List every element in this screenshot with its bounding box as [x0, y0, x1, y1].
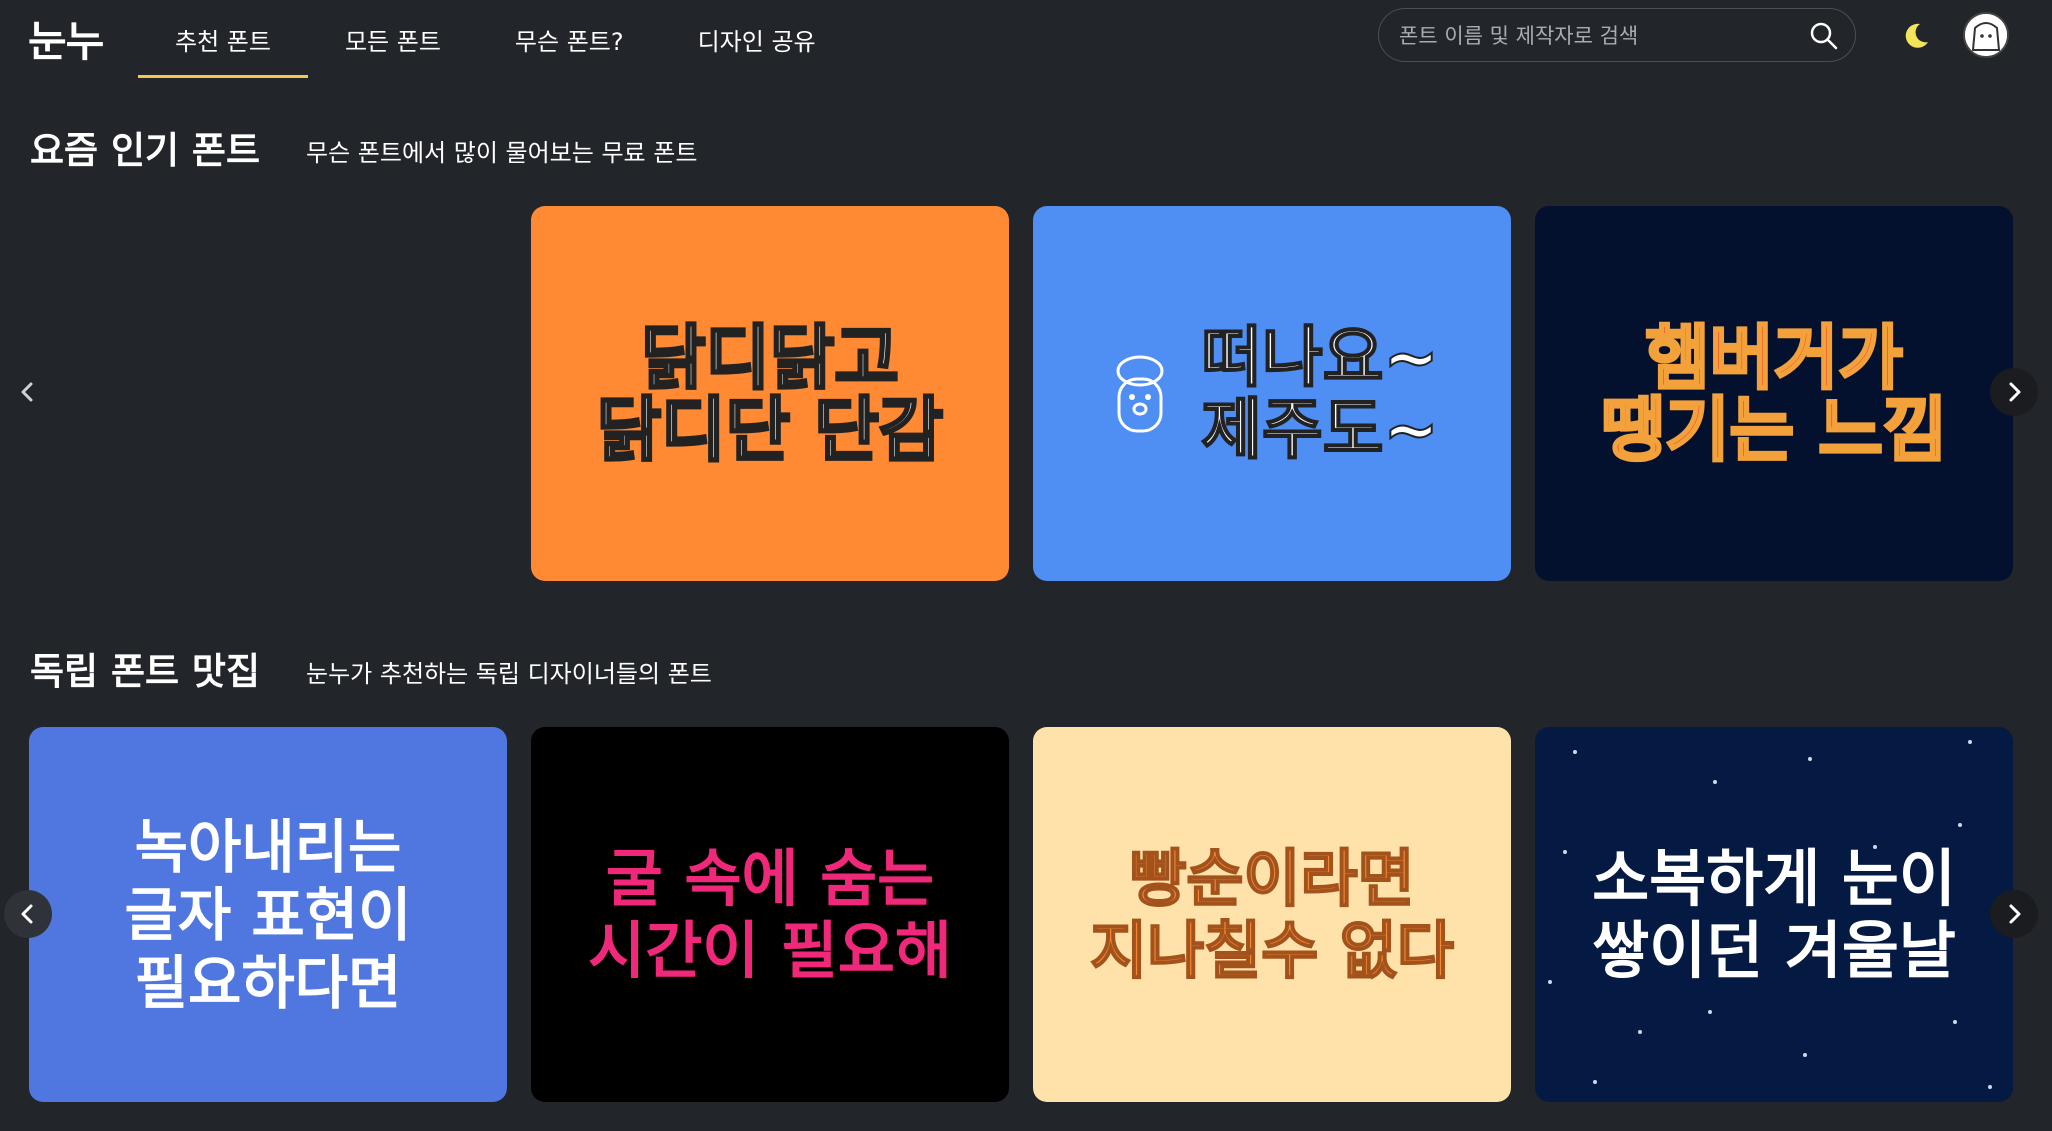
nav-all-fonts[interactable]: 모든 폰트 — [308, 0, 478, 78]
nav-what-font[interactable]: 무슨 폰트? — [478, 0, 661, 78]
top-header: 눈누 추천 폰트 모든 폰트 무슨 폰트? 디자인 공유 — [0, 0, 2052, 78]
search-box — [1378, 8, 1856, 63]
font-card-snow[interactable]: 소복하게 눈이 쌓이던 겨울날 — [1535, 727, 2013, 1102]
chevron-left-icon — [21, 904, 33, 924]
font-card-melting[interactable]: 녹아내리는 글자 표현이 필요하다면 — [29, 727, 507, 1102]
indie-next-button[interactable] — [1990, 890, 2038, 938]
logo[interactable]: 눈누 — [28, 8, 104, 69]
search-input[interactable] — [1397, 9, 1801, 63]
main-nav: 추천 폰트 모든 폰트 무슨 폰트? 디자인 공유 — [138, 0, 853, 78]
font-sample-text: 빵순이라면 지나칠수 없다 — [1089, 841, 1455, 987]
font-card-cave[interactable]: 굴 속에 숨는 시간이 필요해 — [531, 727, 1009, 1102]
nav-design-share[interactable]: 디자인 공유 — [661, 0, 853, 78]
indie-section-title: 독립 폰트 맛집 — [30, 650, 261, 693]
avatar[interactable] — [1963, 12, 2009, 58]
dolharubang-icon — [1116, 355, 1164, 432]
avatar-face-icon — [1965, 14, 2007, 56]
search-icon[interactable] — [1809, 21, 1839, 51]
font-sample-text: 햄버거가 땡기는 느낌 — [1599, 316, 1948, 471]
chevron-right-icon — [2009, 382, 2021, 402]
popular-prev-button[interactable] — [4, 368, 52, 416]
popular-section-title: 요즘 인기 폰트 — [30, 129, 261, 172]
indie-section-subtitle: 눈누가 추천하는 독립 디자이너들의 폰트 — [306, 660, 712, 688]
font-sample-text: 굴 속에 숨는 시간이 필요해 — [588, 841, 952, 987]
font-card-jeju[interactable]: 떠나요~ 제주도~ — [1033, 206, 1511, 581]
font-sample-text: 녹아내리는 글자 표현이 필요하다면 — [124, 812, 412, 1017]
font-card-hamburger[interactable]: 햄버거가 땡기는 느낌 — [1535, 206, 2013, 581]
chevron-left-icon — [21, 382, 33, 402]
font-sample-text: 소복하게 눈이 쌓이던 겨울날 — [1592, 841, 1956, 987]
font-card-dakdi[interactable]: 닭디닭고 닭디단 단감 — [531, 206, 1009, 581]
popular-next-button[interactable] — [1990, 368, 2038, 416]
popular-section-subtitle: 무슨 폰트에서 많이 물어보는 무료 폰트 — [306, 139, 698, 167]
nav-recommended-fonts[interactable]: 추천 폰트 — [138, 0, 308, 78]
font-sample-text: 닭디닭고 닭디단 단감 — [595, 316, 944, 471]
font-card-bread[interactable]: 빵순이라면 지나칠수 없다 — [1033, 727, 1511, 1102]
indie-prev-button[interactable] — [4, 890, 52, 938]
chevron-right-icon — [2009, 904, 2021, 924]
moon-icon[interactable] — [1900, 20, 1932, 52]
font-sample-text: 떠나요~ 제주도~ — [1200, 318, 1439, 468]
